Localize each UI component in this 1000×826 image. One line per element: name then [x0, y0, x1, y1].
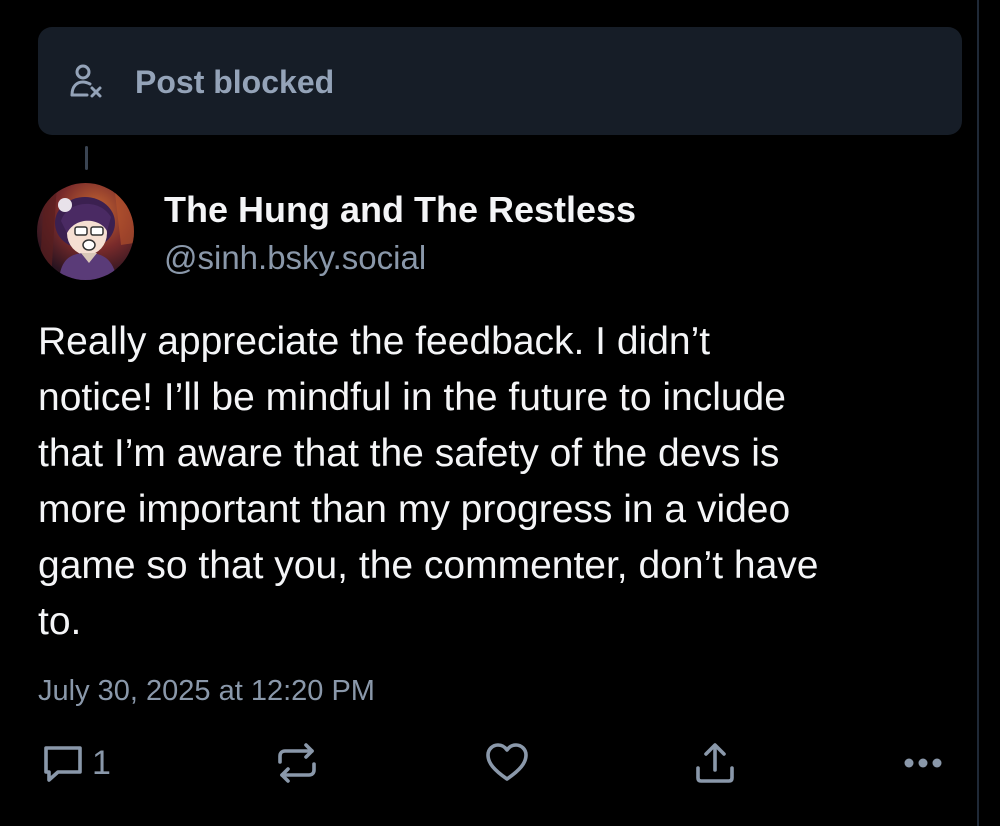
post-timestamp: July 30, 2025 at 12:20 PM: [38, 675, 375, 707]
thread-connector-line: [85, 146, 88, 170]
repost-icon: [274, 740, 320, 786]
reply-icon: [40, 740, 86, 786]
reply-button[interactable]: 1: [40, 740, 111, 786]
like-button[interactable]: [484, 740, 530, 786]
blocked-post-label: Post blocked: [135, 64, 335, 100]
post-text-line: Really appreciate the feedback. I didn’t: [38, 320, 711, 363]
post-text: Really appreciate the feedback. I didn’t…: [38, 314, 968, 650]
repost-button[interactable]: [274, 740, 320, 786]
more-options-button[interactable]: [900, 740, 946, 786]
avatar[interactable]: [37, 183, 134, 280]
post-text-line: notice! I’ll be mindful in the future to…: [38, 376, 786, 419]
author-handle[interactable]: @sinh.bsky.social: [164, 237, 426, 279]
reply-count: 1: [92, 744, 111, 782]
post-text-line: more important than my progress in a vid…: [38, 488, 791, 531]
post-text-line: to.: [38, 600, 82, 643]
right-border-divider: [977, 0, 979, 826]
author-display-name[interactable]: The Hung and The Restless: [164, 188, 636, 232]
post-text-line: game so that you, the commenter, don’t h…: [38, 544, 819, 587]
post-text-line: that I’m aware that the safety of the de…: [38, 432, 780, 475]
share-button[interactable]: [692, 740, 738, 786]
share-icon: [692, 740, 738, 786]
more-options-icon: [900, 740, 946, 786]
heart-icon: [484, 740, 530, 786]
user-blocked-icon: [66, 62, 106, 102]
